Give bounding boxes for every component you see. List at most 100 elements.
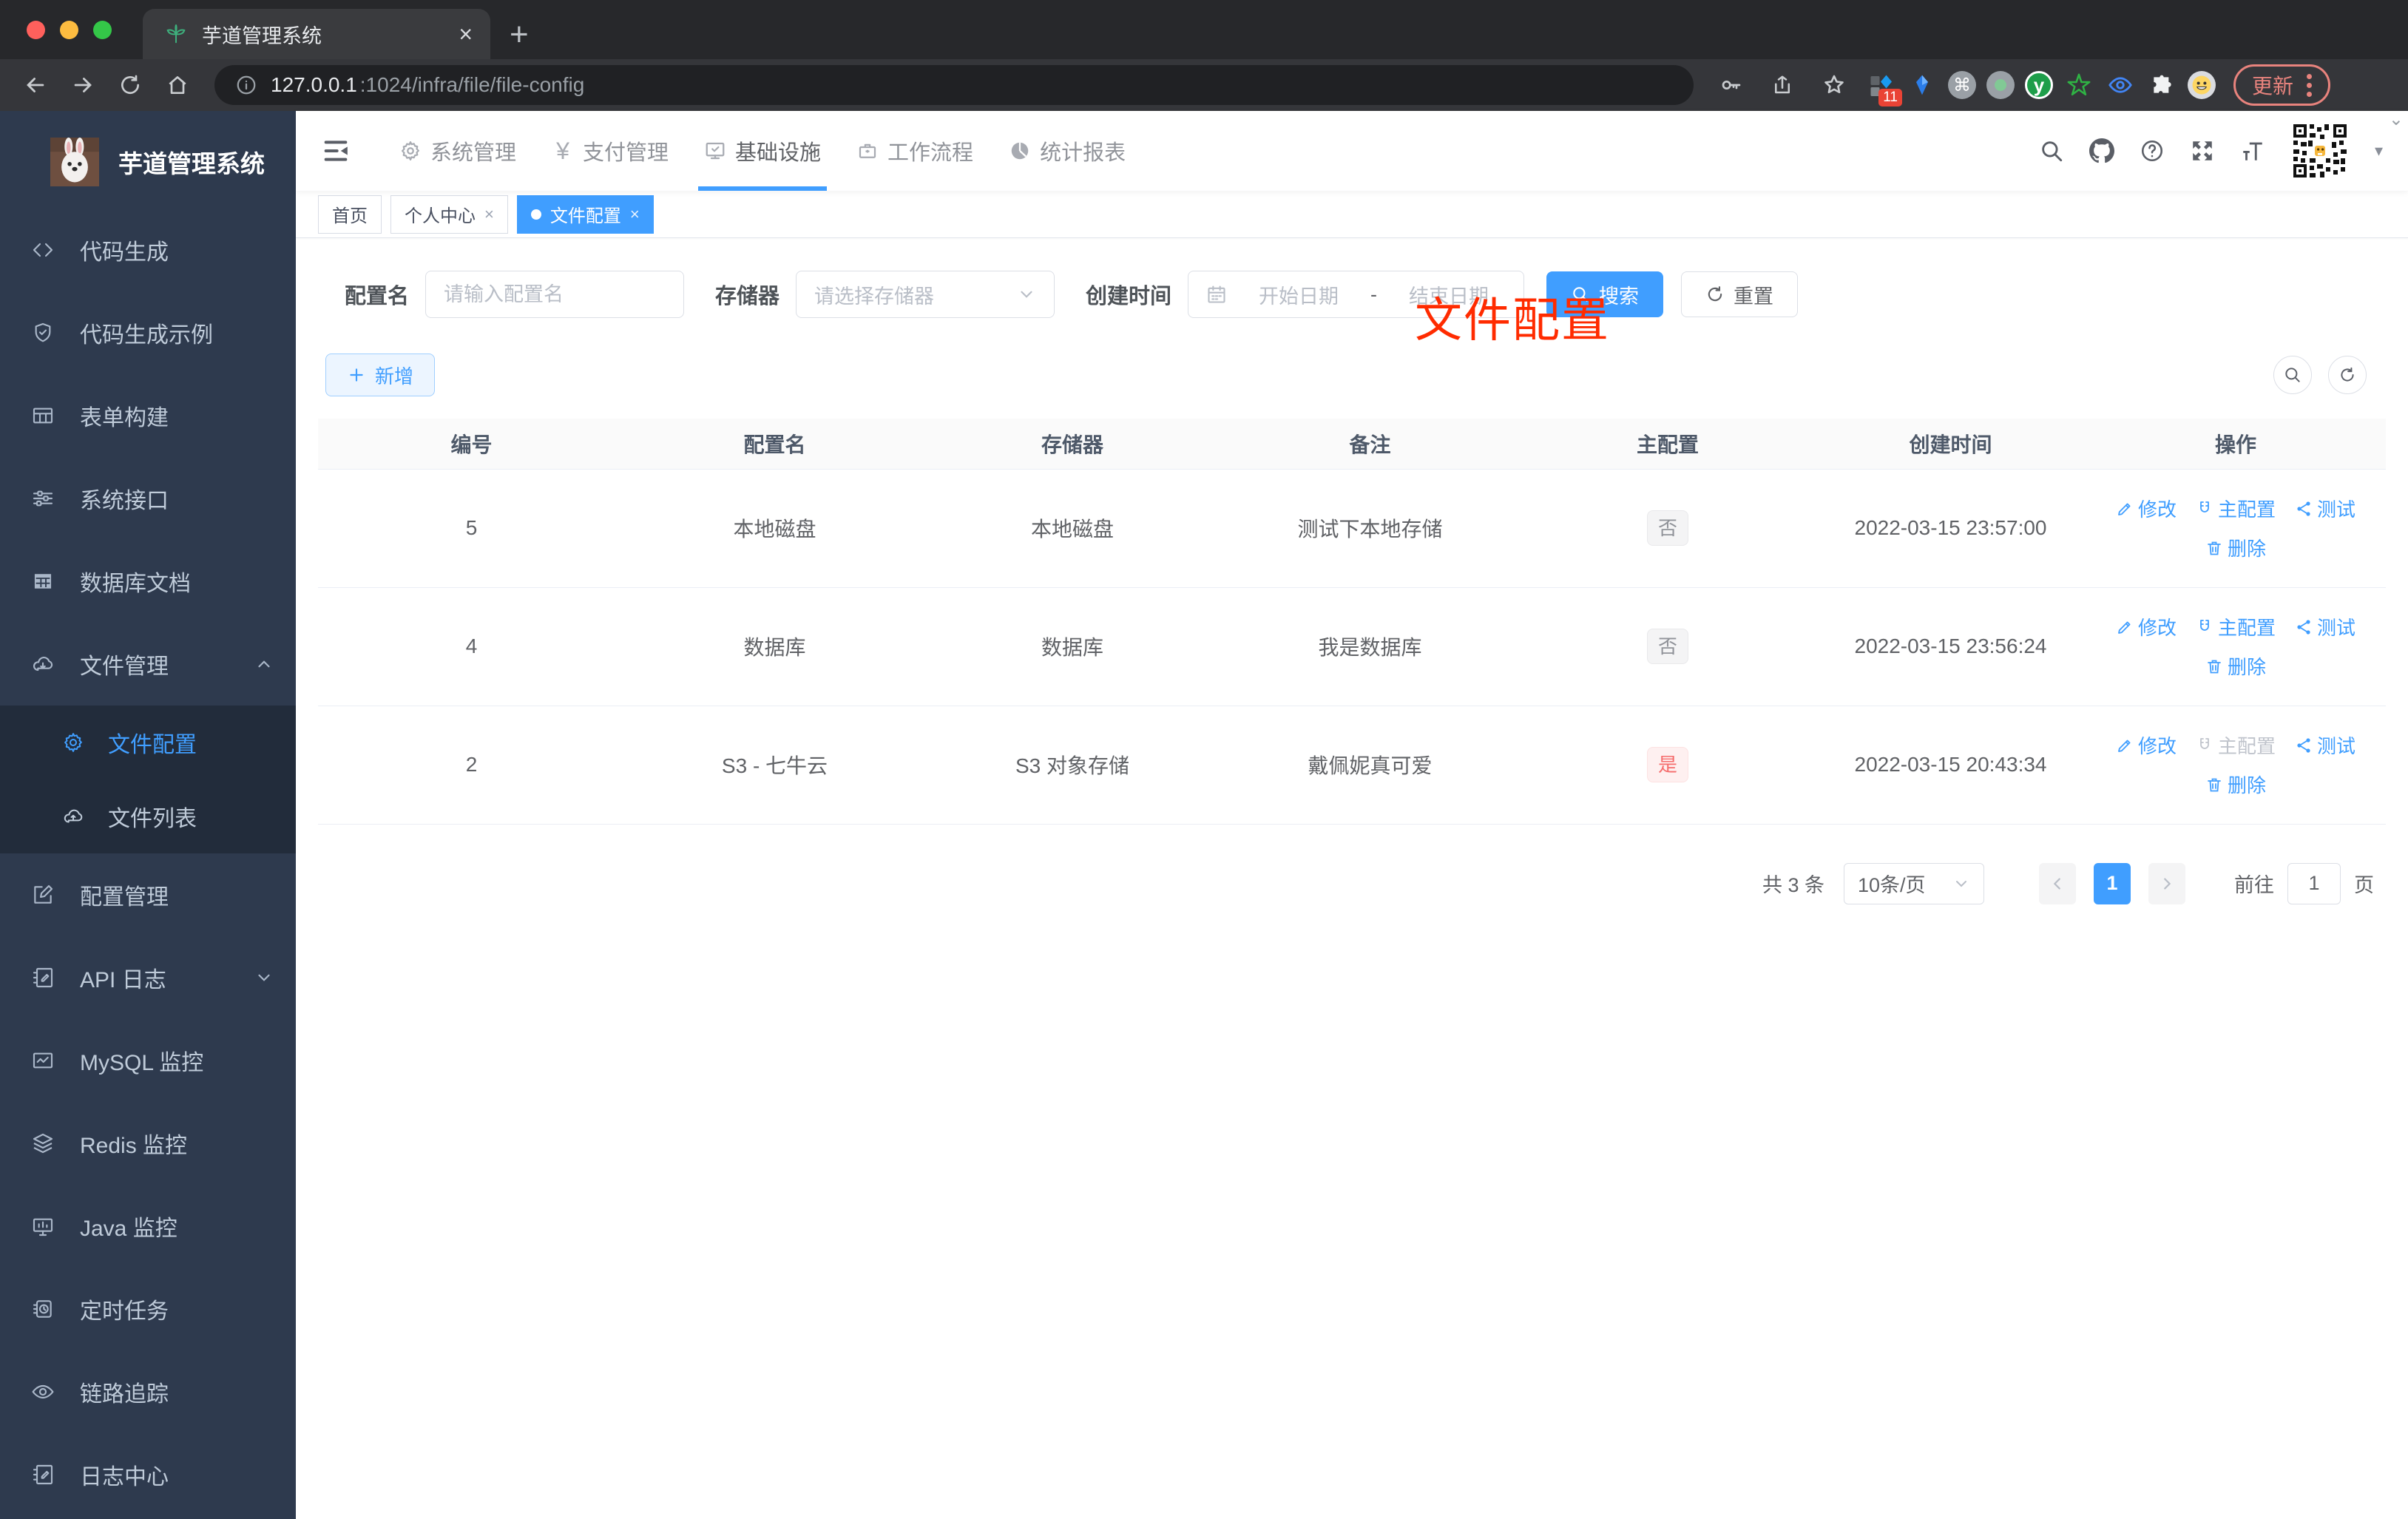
site-info-icon[interactable]: [235, 74, 257, 96]
home-button[interactable]: [157, 64, 198, 106]
sidebar-item-code-gen-example[interactable]: 代码生成示例: [0, 291, 296, 374]
table-row: 5 本地磁盘 本地磁盘 测试下本地存储 否 2022-03-15 23:57:0…: [318, 469, 2386, 588]
sidebar-item-mysql-monitor[interactable]: MySQL 监控: [0, 1019, 296, 1102]
browser-menu-icon[interactable]: [2307, 73, 2313, 97]
edit-pencil-icon: [2116, 737, 2134, 754]
topnav-item-infrastructure[interactable]: 基础设施: [697, 111, 828, 191]
chevron-up-icon: [254, 654, 274, 674]
tag-profile[interactable]: 个人中心 ×: [390, 194, 508, 234]
sidebar-item-code-gen[interactable]: 代码生成: [0, 209, 296, 291]
toolbar-caret-icon[interactable]: ⌄: [2389, 109, 2404, 130]
bookmark-star-icon[interactable]: [1813, 64, 1855, 106]
next-page-button[interactable]: [2148, 862, 2185, 904]
pagination-total: 共 3 条: [1762, 874, 1824, 896]
sidebar-item-file-config[interactable]: 文件配置: [0, 706, 296, 779]
sidebar-item-redis-monitor[interactable]: Redis 监控: [0, 1102, 296, 1185]
font-size-icon[interactable]: [2240, 138, 2265, 163]
test-action[interactable]: 测试: [2295, 613, 2355, 640]
edit-action[interactable]: 修改: [2116, 613, 2177, 640]
toggle-search-button[interactable]: [2273, 356, 2312, 394]
sidebar-item-java-monitor[interactable]: Java 监控: [0, 1185, 296, 1268]
sidebar-item-file-list[interactable]: 文件列表: [0, 779, 296, 853]
sidebar-item-log-center[interactable]: 日志中心: [0, 1433, 296, 1516]
master-config-action[interactable]: 主配置: [2196, 613, 2276, 640]
sidebar-item-file-management[interactable]: 文件管理: [0, 623, 296, 706]
test-action[interactable]: 测试: [2295, 495, 2355, 522]
profile-emoji-icon[interactable]: [2188, 71, 2216, 99]
start-date-placeholder[interactable]: 开始日期: [1242, 280, 1356, 309]
extension-y-icon[interactable]: y: [2025, 71, 2053, 99]
page-size-select[interactable]: 10条/页: [1844, 862, 1984, 904]
col-id: 编号: [318, 419, 625, 470]
window-controls[interactable]: [0, 0, 143, 59]
back-button[interactable]: [15, 64, 56, 106]
url-bar[interactable]: 127.0.0.1 :1024/infra/file/file-config: [214, 65, 1694, 105]
delete-action[interactable]: 删除: [2205, 534, 2266, 561]
zoom-window-button[interactable]: [93, 20, 112, 39]
topnav-item-payment[interactable]: ¥ 支付管理: [544, 111, 676, 191]
extension-command-icon[interactable]: ⌘: [1948, 71, 1976, 99]
sidebar-item-config-management[interactable]: 配置管理: [0, 853, 296, 936]
edit-action[interactable]: 修改: [2116, 731, 2177, 759]
minimize-window-button[interactable]: [60, 20, 78, 39]
topnav-item-system[interactable]: 系统管理: [392, 111, 524, 191]
browser-tab[interactable]: 芋道管理系统 ×: [143, 9, 490, 59]
extension-eye-icon[interactable]: [2105, 70, 2136, 101]
prev-page-button[interactable]: [2039, 862, 2076, 904]
topnav-item-workflow[interactable]: 工作流程: [849, 111, 981, 191]
password-key-icon[interactable]: [1710, 64, 1751, 106]
app-logo: 芋道管理系统: [0, 111, 296, 209]
extension-balloon-icon[interactable]: [1907, 70, 1938, 101]
sidebar-item-form-builder[interactable]: 表单构建: [0, 374, 296, 457]
storage-select[interactable]: 请选择存储器: [796, 271, 1055, 318]
reset-button[interactable]: 重置: [1681, 271, 1799, 317]
reload-button[interactable]: [109, 64, 151, 106]
tag-home[interactable]: 首页: [318, 194, 382, 234]
config-name-input[interactable]: [425, 271, 685, 318]
share-icon[interactable]: [1762, 64, 1803, 106]
delete-action[interactable]: 删除: [2205, 652, 2266, 680]
add-button[interactable]: 新增: [325, 353, 436, 396]
sidebar-item-system-api[interactable]: 系统接口: [0, 457, 296, 540]
new-tab-button[interactable]: +: [490, 16, 548, 53]
calendar-icon: [1206, 284, 1227, 305]
delete-action[interactable]: 删除: [2205, 771, 2266, 798]
collapse-sidebar-icon[interactable]: [321, 136, 351, 166]
goto-page-input[interactable]: [2287, 862, 2341, 904]
github-icon[interactable]: [2089, 138, 2114, 163]
master-config-action[interactable]: 主配置: [2196, 495, 2276, 522]
user-avatar-qr[interactable]: [2290, 121, 2350, 180]
fullscreen-icon[interactable]: [2190, 138, 2215, 163]
sidebar-item-tracing[interactable]: 链路追踪: [0, 1350, 296, 1433]
tag-close-icon[interactable]: ×: [484, 205, 494, 224]
topnav-item-reports[interactable]: 统计报表: [1001, 111, 1133, 191]
config-name-input-field[interactable]: [444, 283, 666, 306]
tag-file-config[interactable]: 文件配置 ×: [516, 194, 654, 234]
test-action[interactable]: 测试: [2295, 731, 2355, 759]
extension-green-dot-icon[interactable]: [1986, 71, 2015, 99]
briefcase-icon: [856, 140, 879, 162]
refresh-table-button[interactable]: [2328, 356, 2367, 394]
update-label: 更新: [2252, 75, 2294, 98]
yen-icon: ¥: [556, 137, 569, 164]
help-icon[interactable]: [2140, 138, 2165, 163]
edit-action[interactable]: 修改: [2116, 495, 2177, 522]
sidebar-item-scheduled-tasks[interactable]: 定时任务: [0, 1268, 296, 1350]
extension-tag-manager-icon[interactable]: 11: [1865, 70, 1902, 106]
browser-update-button[interactable]: 更新: [2233, 64, 2331, 106]
tag-close-icon[interactable]: ×: [630, 205, 640, 224]
close-window-button[interactable]: [27, 20, 45, 39]
tab-close-icon[interactable]: ×: [459, 22, 473, 46]
forward-button[interactable]: [62, 64, 104, 106]
col-primary: 主配置: [1520, 419, 1816, 470]
url-host: 127.0.0.1: [271, 73, 357, 96]
sidebar-item-api-log[interactable]: API 日志: [0, 936, 296, 1019]
range-separator: -: [1370, 283, 1378, 305]
sidebar-item-db-doc[interactable]: 数据库文档: [0, 540, 296, 623]
search-icon[interactable]: [2039, 138, 2064, 163]
extension-star-icon[interactable]: [2063, 70, 2094, 101]
user-menu-caret-icon[interactable]: ▾: [2375, 141, 2383, 160]
page-number-1[interactable]: 1: [2094, 862, 2131, 904]
sidebar: 芋道管理系统 代码生成 代码生成示例 表单构建 系统接口 数据库文档 文件管理 …: [0, 111, 296, 1519]
extensions-puzzle-icon[interactable]: [2146, 70, 2177, 101]
